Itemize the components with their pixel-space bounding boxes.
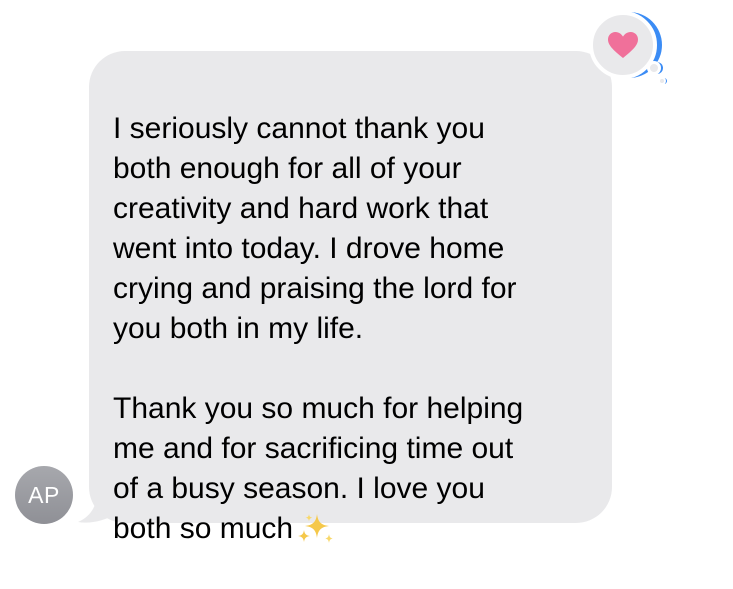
tapback-tail-dot-small <box>658 77 666 85</box>
avatar[interactable]: AP <box>15 466 73 524</box>
message-bubble[interactable]: I seriously cannot thank you both enough… <box>89 51 612 545</box>
message-text: I seriously cannot thank you both enough… <box>113 109 588 549</box>
heart-icon <box>608 32 638 58</box>
message-row: AP I seriously cannot thank you both eno… <box>0 0 733 545</box>
avatar-initials: AP <box>28 481 60 508</box>
message-body: I seriously cannot thank you both enough… <box>113 112 524 545</box>
tapback-reaction[interactable] <box>586 7 674 85</box>
tapback-tail-dot <box>647 61 661 75</box>
sparkles-icon <box>298 514 334 543</box>
